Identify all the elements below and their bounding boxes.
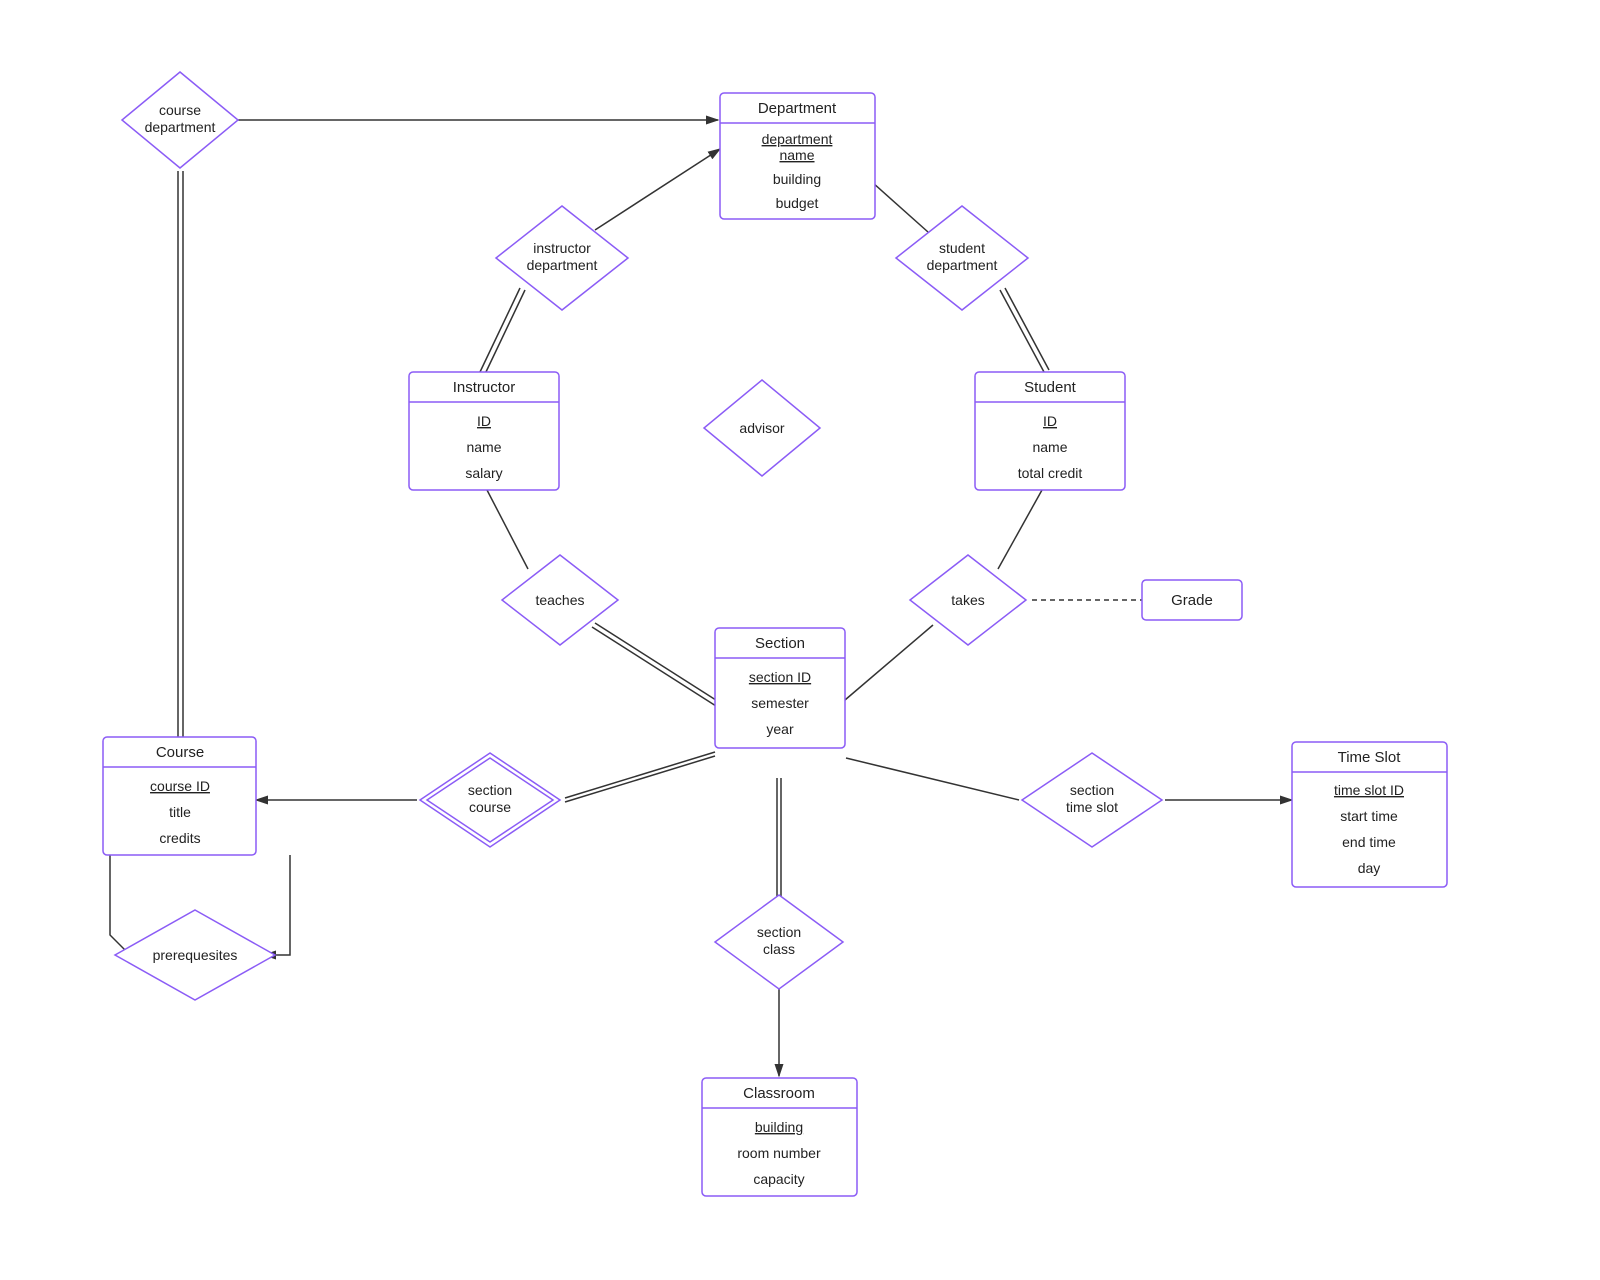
svg-text:department: department bbox=[927, 257, 998, 273]
svg-text:course ID: course ID bbox=[150, 778, 210, 794]
svg-text:Student: Student bbox=[1024, 379, 1077, 396]
svg-text:time slot ID: time slot ID bbox=[1334, 782, 1404, 798]
rel-teaches: teaches bbox=[502, 555, 618, 645]
svg-text:semester: semester bbox=[751, 695, 809, 711]
svg-text:ID: ID bbox=[1043, 413, 1057, 429]
svg-text:year: year bbox=[766, 721, 794, 737]
svg-text:Classroom: Classroom bbox=[743, 1085, 815, 1102]
rel-takes: takes bbox=[910, 555, 1026, 645]
entity-classroom: Classroom building room number capacity bbox=[702, 1078, 857, 1196]
rel-section-timeslot: section time slot bbox=[1022, 753, 1162, 847]
svg-text:section: section bbox=[1070, 782, 1114, 798]
svg-text:name: name bbox=[1032, 439, 1067, 455]
svg-text:end time: end time bbox=[1342, 834, 1396, 850]
rel-advisor: advisor bbox=[704, 380, 820, 476]
svg-text:Course: Course bbox=[156, 744, 204, 761]
svg-text:building: building bbox=[773, 171, 821, 187]
svg-text:section ID: section ID bbox=[749, 669, 811, 685]
svg-text:budget: budget bbox=[776, 195, 819, 211]
rel-course-department: course department bbox=[122, 72, 238, 168]
svg-text:time slot: time slot bbox=[1066, 799, 1118, 815]
svg-text:prerequesites: prerequesites bbox=[153, 947, 238, 963]
svg-text:name: name bbox=[779, 147, 814, 163]
svg-text:Grade: Grade bbox=[1171, 592, 1213, 609]
svg-text:Section: Section bbox=[755, 635, 805, 652]
svg-text:Instructor: Instructor bbox=[453, 379, 516, 396]
svg-text:takes: takes bbox=[951, 592, 984, 608]
svg-text:credits: credits bbox=[159, 830, 200, 846]
svg-text:room number: room number bbox=[737, 1145, 821, 1161]
svg-text:salary: salary bbox=[465, 465, 502, 481]
svg-text:advisor: advisor bbox=[739, 420, 784, 436]
svg-text:department: department bbox=[145, 119, 216, 135]
svg-text:ID: ID bbox=[477, 413, 491, 429]
svg-text:section: section bbox=[757, 924, 801, 940]
rel-prerequisites: prerequesites bbox=[115, 910, 275, 1000]
svg-text:name: name bbox=[466, 439, 501, 455]
svg-text:start time: start time bbox=[1340, 808, 1398, 824]
entity-title: Department bbox=[758, 100, 837, 117]
svg-text:capacity: capacity bbox=[753, 1171, 804, 1187]
svg-text:course: course bbox=[159, 102, 201, 118]
entity-instructor: Instructor ID name salary bbox=[409, 372, 559, 490]
entity-course: Course course ID title credits bbox=[103, 737, 256, 855]
entity-grade: Grade bbox=[1142, 580, 1242, 620]
rel-section-course: section course bbox=[420, 753, 560, 847]
svg-text:instructor: instructor bbox=[533, 240, 591, 256]
entity-student: Student ID name total credit bbox=[975, 372, 1125, 490]
svg-text:section: section bbox=[468, 782, 512, 798]
entity-timeslot: Time Slot time slot ID start time end ti… bbox=[1292, 742, 1447, 887]
rel-section-class: section class bbox=[715, 895, 843, 989]
svg-text:title: title bbox=[169, 804, 191, 820]
svg-text:department: department bbox=[527, 257, 598, 273]
svg-text:department: department bbox=[762, 131, 833, 147]
svg-text:total credit: total credit bbox=[1018, 465, 1083, 481]
svg-text:student: student bbox=[939, 240, 985, 256]
svg-text:Time Slot: Time Slot bbox=[1338, 749, 1402, 766]
svg-text:teaches: teaches bbox=[535, 592, 584, 608]
entity-department: Department department name building budg… bbox=[720, 93, 875, 219]
svg-text:day: day bbox=[1358, 860, 1381, 876]
svg-text:course: course bbox=[469, 799, 511, 815]
entity-section: Section section ID semester year bbox=[715, 628, 845, 748]
svg-text:class: class bbox=[763, 941, 795, 957]
svg-text:building: building bbox=[755, 1119, 803, 1135]
